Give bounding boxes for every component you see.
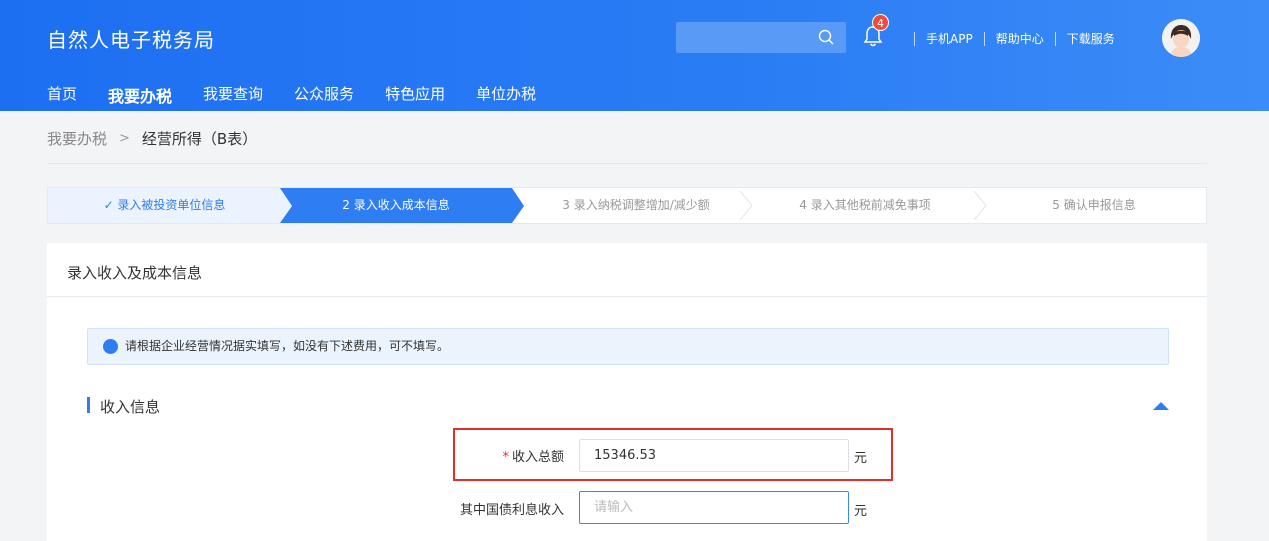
nav-item-query[interactable]: 我要查询 — [203, 83, 263, 107]
required-marker: * — [502, 450, 509, 465]
step-2[interactable]: 2 录入收入成本信息 — [280, 188, 512, 223]
search-icon[interactable] — [818, 29, 834, 45]
top-links: 手机APP 帮助中心 下载服务 — [903, 30, 1115, 47]
total-income-label: * 收入总额 — [404, 446, 564, 465]
bond-interest-input[interactable] — [579, 491, 849, 524]
link-separator — [983, 31, 985, 46]
step-1[interactable]: ✓ 录入被投资单位信息 — [48, 188, 281, 223]
link-download-service[interactable]: 下载服务 — [1067, 30, 1115, 47]
main-nav: 首页 我要办税 我要查询 公众服务 特色应用 单位办税 — [47, 83, 567, 107]
collapse-up-icon[interactable] — [1153, 402, 1169, 410]
breadcrumb-current: 经营所得（B表） — [141, 130, 258, 148]
app-title: 自然人电子税务局 — [47, 28, 215, 52]
bond-interest-unit: 元 — [854, 504, 868, 519]
notification-badge: 4 — [872, 14, 889, 31]
notice-text: 请根据企业经营情况据实填写，如没有下述费用，可不填写。 — [125, 339, 450, 353]
step-4[interactable]: 4 录入其他税前减免事项 — [748, 188, 982, 223]
divider — [47, 296, 1207, 297]
divider — [47, 163, 1207, 164]
nav-item-public-service[interactable]: 公众服务 — [294, 83, 354, 107]
link-separator — [914, 31, 915, 46]
avatar[interactable] — [1162, 19, 1200, 57]
nav-item-featured-apps[interactable]: 特色应用 — [385, 83, 445, 107]
chevron-right-icon: > — [119, 131, 130, 146]
breadcrumb-parent[interactable]: 我要办税 — [47, 128, 107, 149]
bond-interest-label: 其中国债利息收入 — [459, 503, 564, 518]
top-header: 自然人电子税务局 4 手机APP 帮助中心 下载服务 首页 我要办税 我要查询 — [0, 0, 1269, 111]
total-income-input[interactable] — [579, 439, 849, 472]
section-marker — [87, 397, 90, 413]
link-help-center[interactable]: 帮助中心 — [996, 30, 1044, 47]
card-title: 录入收入及成本信息 — [67, 264, 203, 282]
link-mobile-app[interactable]: 手机APP — [926, 30, 973, 47]
user-avatar-icon — [1162, 19, 1200, 57]
step-progress: ✓ 录入被投资单位信息 2 录入收入成本信息 3 录入纳税调整增加/减少额 4 … — [47, 187, 1207, 224]
info-icon — [103, 339, 118, 354]
total-income-label-text: 收入总额 — [511, 450, 564, 465]
nav-item-employer-tax[interactable]: 单位办税 — [476, 83, 536, 107]
nav-item-tax-filing[interactable]: 我要办税 — [108, 83, 172, 107]
step-arrow — [280, 188, 292, 223]
income-cost-card: 录入收入及成本信息 请根据企业经营情况据实填写，如没有下述费用，可不填写。 收入… — [47, 243, 1207, 541]
step-3[interactable]: 3 录入纳税调整增加/减少额 — [524, 188, 748, 223]
nav-item-home[interactable]: 首页 — [47, 83, 77, 107]
total-income-unit: 元 — [854, 451, 868, 466]
section-title: 收入信息 — [100, 398, 161, 416]
step-5[interactable]: 5 确认申报信息 — [982, 188, 1206, 223]
step-arrow — [512, 188, 524, 223]
search-input[interactable] — [676, 22, 816, 53]
info-notice: 请根据企业经营情况据实填写，如没有下述费用，可不填写。 — [87, 328, 1169, 365]
search-box[interactable] — [676, 22, 846, 53]
link-separator — [1054, 31, 1056, 46]
breadcrumb: 我要办税 > 经营所得（B表） — [47, 128, 257, 149]
